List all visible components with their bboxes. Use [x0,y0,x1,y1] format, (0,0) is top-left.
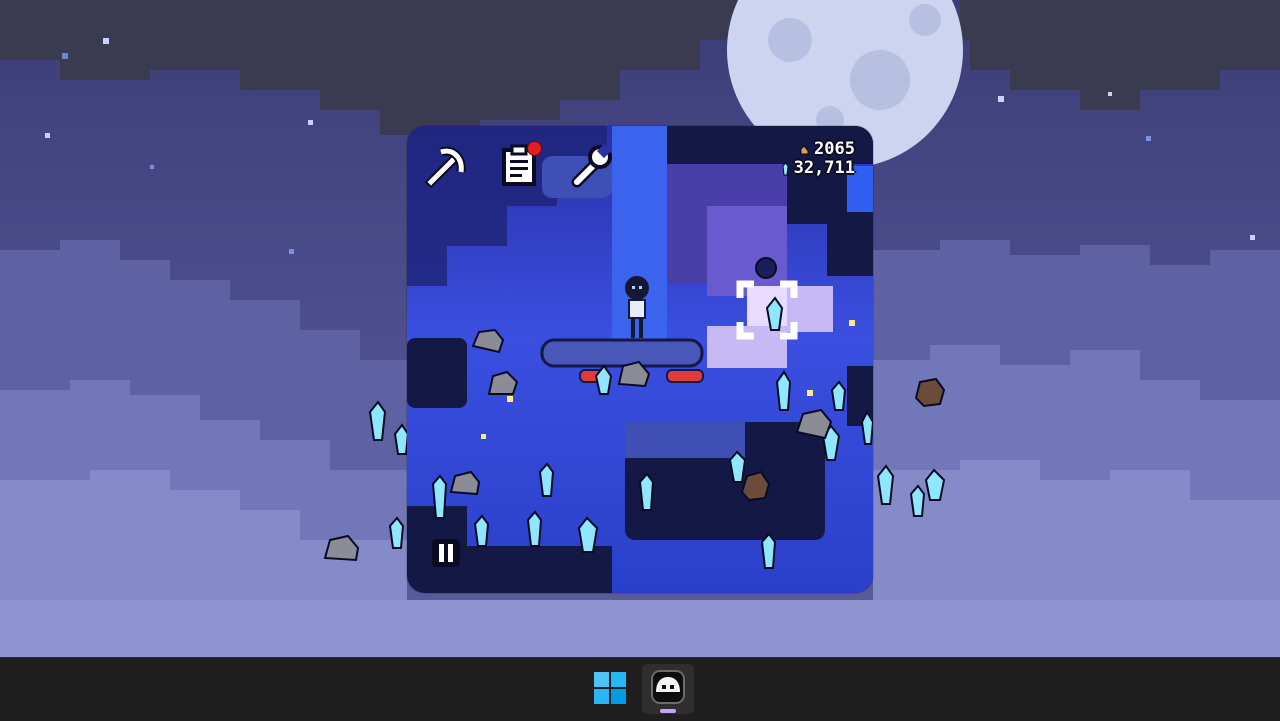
active-app-indicator [660,709,676,713]
crystal-count: 32,711 [793,158,855,178]
windows-start-icon [594,672,626,704]
game-scene[interactable] [407,126,873,593]
notes-button[interactable] [497,141,542,188]
pause-icon [432,539,460,567]
bomb [755,257,777,279]
taskbar [0,657,1280,721]
notification-dot [527,141,542,156]
game-app-icon [651,670,685,704]
stone-count: 2065 [814,139,855,159]
start-button[interactable] [588,666,632,710]
pause-button[interactable] [429,536,463,570]
taskbar-game-app[interactable] [642,664,694,714]
game-window[interactable]: 2065 32,711 [407,126,873,593]
wrench-icon [571,144,612,188]
pickaxe-icon [425,146,466,188]
resource-counters: 2065 32,711 [782,140,855,178]
crystal-icon [782,161,789,175]
stone-counter: 2065 [782,140,855,159]
stone-icon [800,144,809,154]
pickaxe-button[interactable] [425,144,469,188]
settings-button[interactable] [569,144,613,188]
crystal-counter: 32,711 [782,159,855,178]
